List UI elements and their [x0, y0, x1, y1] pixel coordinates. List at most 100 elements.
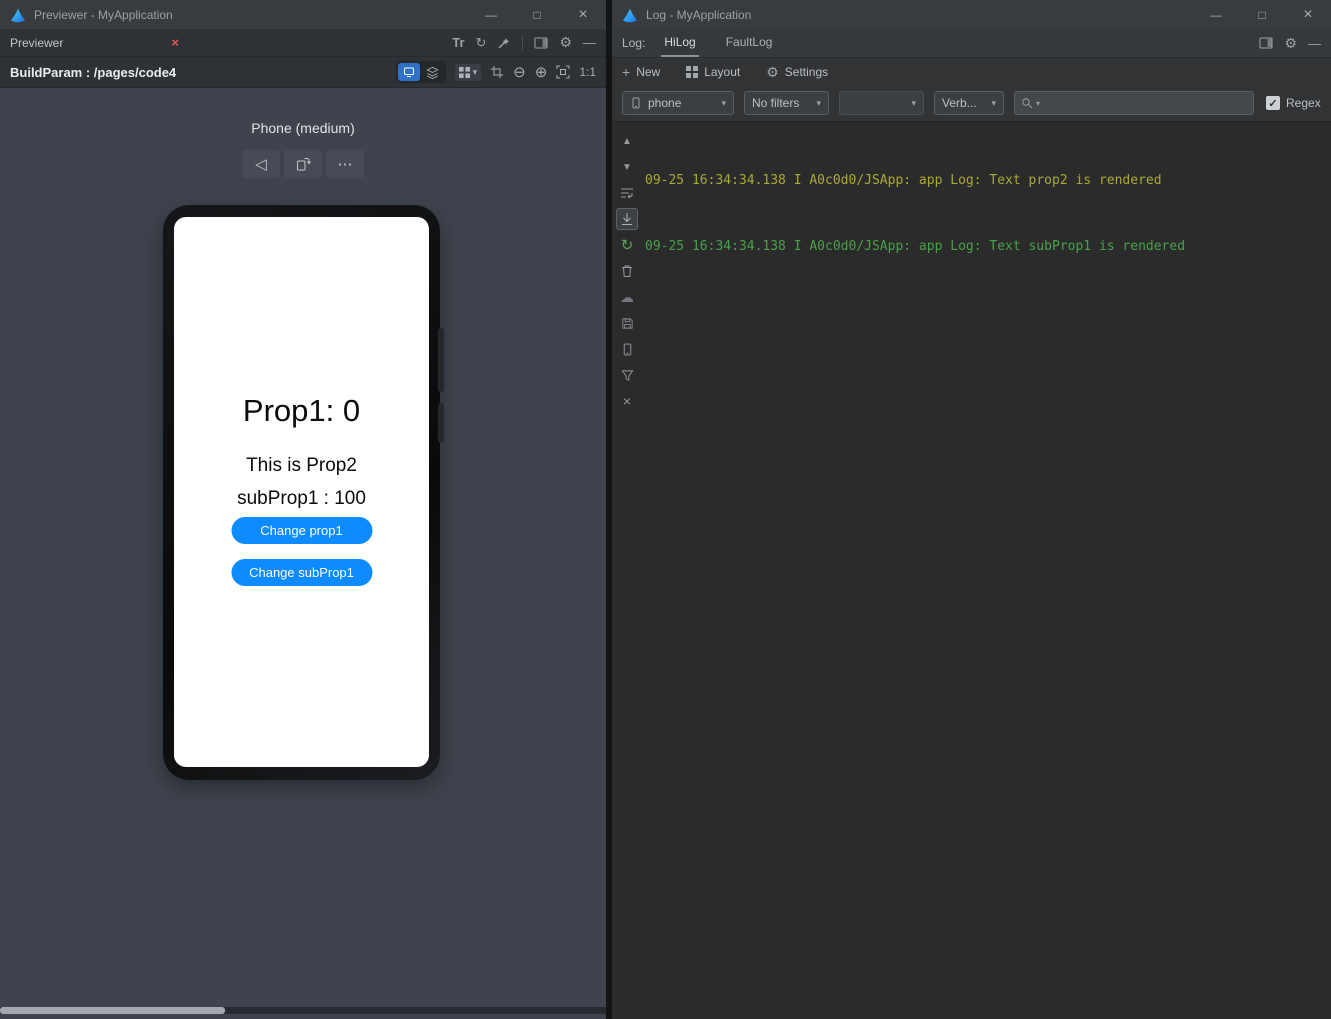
restart-session-button[interactable]: ↻ [616, 234, 638, 256]
log-tab-toolbar: ⚙ — [1259, 35, 1321, 52]
archive-button[interactable]: ☁ [616, 286, 638, 308]
phone-volume-button [438, 328, 444, 392]
filter-log-button[interactable] [616, 364, 638, 386]
layout-button[interactable]: Layout [686, 65, 740, 79]
refresh-icon[interactable]: ↻ [476, 35, 487, 51]
grid-icon [459, 67, 470, 78]
minimize-icon: — [485, 8, 497, 22]
hide-panel-icon[interactable]: — [583, 35, 596, 50]
inspector-wand-icon[interactable] [497, 36, 511, 50]
change-subprop1-button[interactable]: Change subProp1 [231, 559, 372, 586]
minimize-icon: — [1210, 8, 1222, 22]
close-log-button[interactable]: × [616, 390, 638, 412]
change-prop1-button[interactable]: Change prop1 [231, 517, 372, 544]
filter-select[interactable]: No filters ▾ [744, 91, 829, 115]
horizontal-scrollbar[interactable] [0, 1007, 606, 1014]
tab-hilog[interactable]: HiLog [661, 29, 698, 57]
log-side-toolbar: ▲ ▼ ↻ ☁ × [614, 130, 640, 412]
maximize-button[interactable]: □ [1239, 0, 1285, 29]
log-label: Log: [622, 36, 645, 50]
soft-wrap-button[interactable] [616, 182, 638, 204]
settings-button[interactable]: ⚙ Settings [766, 65, 828, 79]
maximize-button[interactable]: □ [514, 0, 560, 29]
toolbar-divider [522, 35, 523, 50]
more-icon: ⋯ [338, 155, 353, 173]
log-level-value: Verb... [942, 96, 977, 110]
minimize-button[interactable]: — [1193, 0, 1239, 29]
log-search-input[interactable]: ▾ [1014, 91, 1254, 115]
subprop1-text: subProp1 : 100 [174, 488, 429, 510]
zoom-ratio-label[interactable]: 1:1 [579, 65, 596, 79]
previewer-window: Previewer - MyApplication — □ × Previewe… [0, 0, 606, 1019]
log-filter-row: phone ▾ No filters ▾ ▾ Verb... ▾ ▾ ✓ Reg… [612, 85, 1331, 122]
log-tab-row: Log: HiLog FaultLog ⚙ — [612, 29, 1331, 57]
grid-options-dropdown[interactable]: ▾ [455, 64, 482, 81]
font-scale-icon[interactable]: Tr [452, 35, 464, 50]
rotate-icon [295, 156, 311, 172]
new-button[interactable]: + New [622, 65, 660, 79]
back-icon: ◁ [255, 155, 267, 173]
panel-layout-icon[interactable] [534, 36, 548, 50]
chevron-down-icon: ▾ [991, 98, 996, 109]
gear-icon[interactable]: ⚙ [1284, 35, 1297, 52]
scroll-top-icon: ▲ [622, 136, 632, 147]
device-select-value: phone [648, 96, 681, 110]
device-control-buttons: ◁ ⋯ [242, 150, 364, 178]
hide-panel-icon[interactable]: — [1308, 36, 1321, 51]
crop-frame-icon[interactable] [490, 65, 504, 79]
clear-log-button[interactable] [616, 260, 638, 282]
rotate-button[interactable] [284, 150, 322, 178]
gear-icon[interactable]: ⚙ [559, 34, 572, 51]
preview-view-controls: ▾ ⊖ ⊕ 1:1 [396, 61, 596, 83]
phone-power-button [438, 403, 444, 443]
tab-faultlog[interactable]: FaultLog [723, 29, 776, 57]
previewer-window-title: Previewer - MyApplication [34, 8, 173, 22]
log-lines: 09-25 16:34:34.138 I A0c0d0/JSApp: app L… [645, 126, 1323, 302]
search-options-icon[interactable]: ▾ [1036, 99, 1040, 108]
panel-layout-icon[interactable] [1259, 36, 1273, 50]
scroll-to-end-button[interactable] [616, 208, 638, 230]
tab-previewer[interactable]: Previewer [10, 36, 63, 50]
log-level-select[interactable]: Verb... ▾ [934, 91, 1004, 115]
fit-to-screen-icon[interactable] [556, 65, 570, 79]
screen-view-toggle[interactable] [398, 63, 420, 81]
scroll-to-top-button[interactable]: ▲ [616, 130, 638, 152]
plus-icon: + [622, 65, 630, 79]
previewer-window-controls: — □ × [468, 0, 606, 29]
phone-icon [630, 97, 642, 109]
process-select[interactable]: ▾ [839, 91, 924, 115]
deveco-logo-icon [622, 7, 638, 23]
scroll-to-end-icon [620, 212, 634, 226]
tab-close-icon[interactable]: × [171, 35, 179, 50]
minimize-button[interactable]: — [468, 0, 514, 29]
zoom-out-icon[interactable]: ⊖ [513, 63, 526, 81]
soft-wrap-icon [620, 186, 634, 200]
screen-icon [403, 66, 415, 78]
log-titlebar: Log - MyApplication — □ × [612, 0, 1331, 29]
device-log-button[interactable] [616, 338, 638, 360]
close-button[interactable]: × [560, 0, 606, 29]
gear-icon: ⚙ [766, 65, 779, 79]
scroll-bottom-icon: ▼ [622, 162, 632, 173]
layers-view-toggle[interactable] [422, 63, 444, 81]
maximize-icon: □ [1258, 8, 1265, 22]
filter-funnel-icon [621, 369, 634, 382]
log-window-title: Log - MyApplication [646, 8, 751, 22]
scrollbar-thumb[interactable] [0, 1007, 225, 1014]
chevron-down-icon: ▾ [473, 67, 478, 78]
zoom-in-icon[interactable]: ⊕ [535, 63, 548, 81]
previewer-tab-toolbar: Tr ↻ ⚙ — [452, 34, 596, 51]
close-icon: × [623, 393, 631, 409]
regex-option[interactable]: ✓ Regex [1266, 96, 1321, 110]
save-log-button[interactable] [616, 312, 638, 334]
back-button[interactable]: ◁ [242, 150, 280, 178]
device-select[interactable]: phone ▾ [622, 91, 734, 115]
more-button[interactable]: ⋯ [326, 150, 364, 178]
device-label: Phone (medium) [0, 120, 606, 136]
close-button[interactable]: × [1285, 0, 1331, 29]
prop2-text: This is Prop2 [174, 455, 429, 477]
preview-canvas: Phone (medium) ◁ ⋯ Prop1: 0 This is Prop… [0, 88, 606, 1019]
scroll-to-bottom-button[interactable]: ▼ [616, 156, 638, 178]
close-icon: × [578, 6, 587, 24]
regex-checkbox[interactable]: ✓ [1266, 96, 1280, 110]
